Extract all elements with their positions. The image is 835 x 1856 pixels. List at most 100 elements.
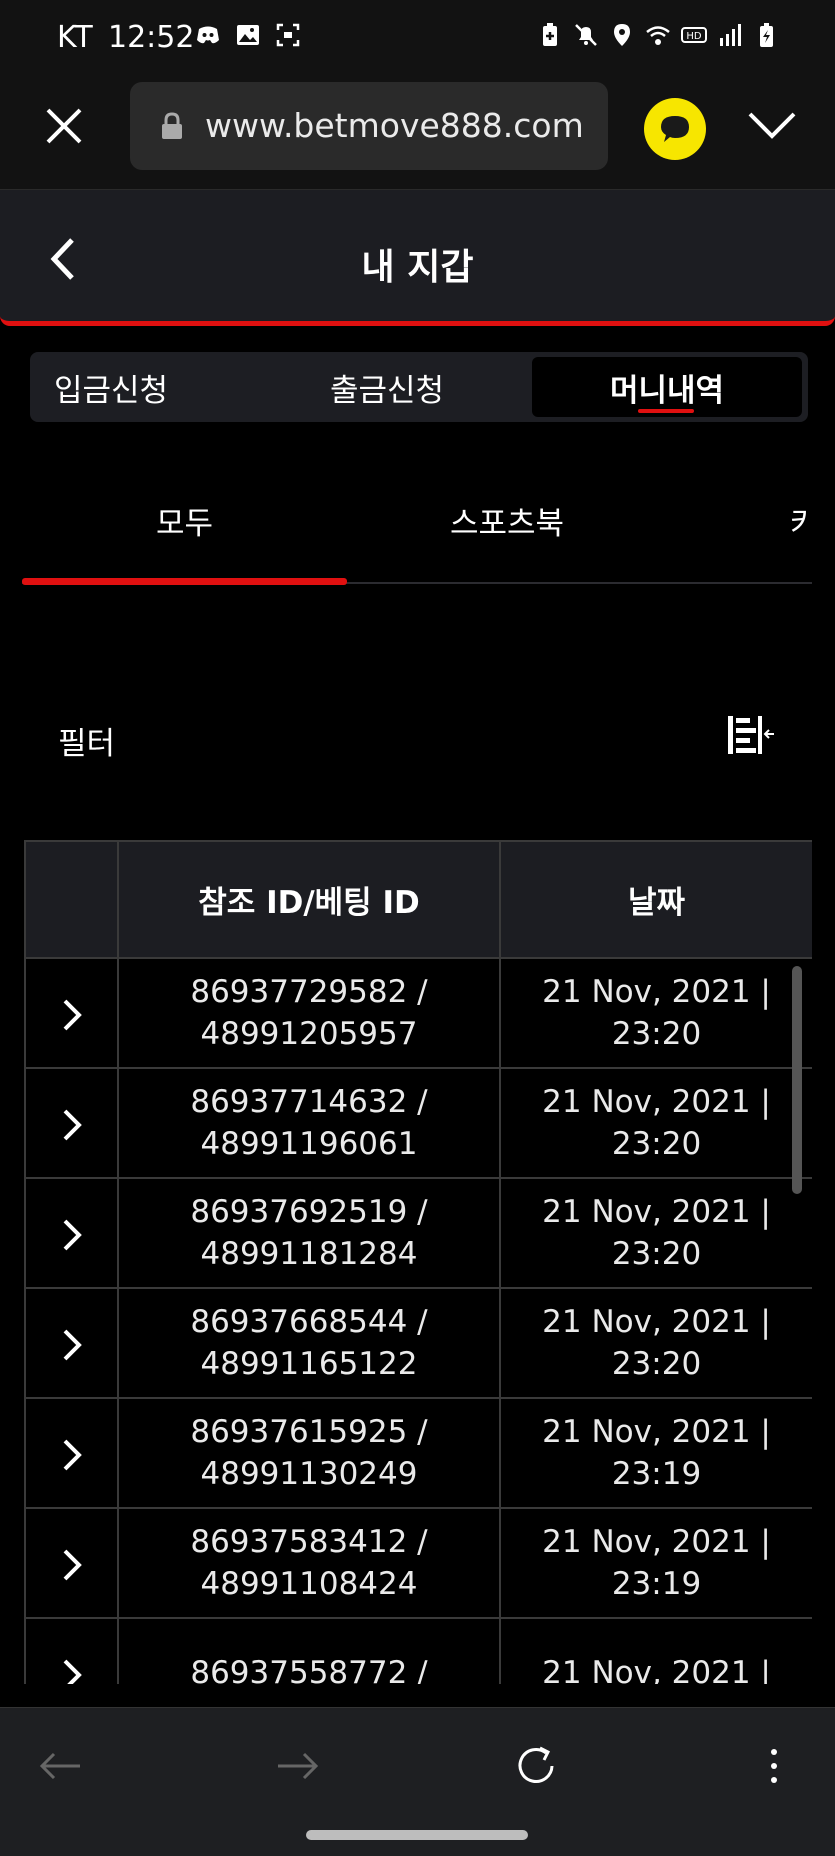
expand-cell[interactable]	[24, 1287, 119, 1399]
table-row[interactable]: 86937615925 /48991130249 21 Nov, 2021 | 2…	[24, 1397, 812, 1509]
mute-icon	[575, 24, 597, 46]
chevron-right-icon[interactable]	[61, 1327, 83, 1363]
svg-text:HD: HD	[686, 31, 702, 42]
time: 23:19	[611, 1566, 702, 1602]
page-header: 내 지갑	[0, 190, 835, 326]
tab-sportsbook[interactable]: 스포츠북	[450, 498, 564, 543]
browser-toolbar: www.betmove888.com	[0, 72, 835, 190]
date: 21 Nov, 2021 |	[542, 1524, 771, 1560]
ref-id-cell: 86937615925 / 48991130249	[117, 1397, 501, 1509]
battery-saver-icon	[543, 23, 557, 46]
url-text: www.betmove888.com	[205, 106, 584, 145]
table-row[interactable]: 86937714632 / 48991196061 21 Nov, 2021 | 2…	[24, 1067, 812, 1179]
table-row[interactable]: 86937692519 /48991181284 21 Nov, 2021 | 2…	[24, 1177, 812, 1289]
expand-cell[interactable]	[24, 1067, 119, 1179]
screenshot-icon	[276, 23, 300, 47]
date: 21 Nov, 2021 |	[542, 974, 771, 1010]
ref-id: 86937692519 /	[190, 1194, 428, 1230]
address-bar[interactable]: www.betmove888.com	[130, 82, 608, 170]
date-cell: 21 Nov, 2021 | 23:19	[499, 1397, 812, 1509]
forward-icon[interactable]	[274, 1742, 322, 1790]
table-row[interactable]: 86937583412 /48991108424 21 Nov, 2021 | 2…	[24, 1507, 812, 1619]
tab-casino[interactable]: 카	[790, 498, 808, 543]
bet-id: 48991205957	[200, 1016, 418, 1052]
tab-money-history[interactable]: 머니내역	[532, 357, 802, 417]
chat-bubble-icon	[661, 116, 689, 142]
table-header-row: 참조 ID/베팅 ID 날짜	[24, 840, 812, 959]
bet-id: 48991108424	[200, 1566, 418, 1602]
date-cell: 21 Nov, 2021 | 23:20	[499, 1067, 812, 1179]
expand-cell[interactable]	[24, 1177, 119, 1289]
category-tabs: 모두 스포츠북 카	[22, 470, 812, 585]
header-expand	[24, 840, 119, 959]
tab-all[interactable]: 모두	[156, 498, 213, 543]
ref-id: 86937729582 /	[190, 974, 428, 1010]
table-row[interactable]: 86937558772 / 21 Nov, 2021 |	[24, 1617, 812, 1685]
wallet-tabs: 입금신청 출금신청 머니내역	[30, 352, 808, 422]
table-row[interactable]: 86937668544 /48991165122 21 Nov, 2021 | 2…	[24, 1287, 812, 1399]
tab-money-history-label: 머니내역	[609, 372, 725, 409]
bet-id: 48991196061	[200, 1126, 418, 1162]
header-date: 날짜	[499, 840, 812, 959]
more-options-icon[interactable]	[750, 1742, 798, 1790]
bet-id: 48991130249	[200, 1456, 418, 1492]
ref-id: 86937714632 /	[190, 1084, 428, 1120]
close-icon[interactable]	[40, 102, 88, 150]
date: 21 Nov, 2021 |	[542, 1414, 771, 1450]
chevron-right-icon[interactable]	[61, 1217, 83, 1253]
reload-icon[interactable]	[512, 1742, 560, 1790]
filter-collapse-icon[interactable]	[724, 712, 776, 758]
time: 23:20	[611, 1016, 702, 1052]
date-cell: 21 Nov, 2021 | 23:19	[499, 1507, 812, 1619]
ref-id: 86937615925 /	[190, 1414, 428, 1450]
discord-icon	[197, 26, 219, 44]
filter-label: 필터	[58, 726, 116, 762]
chevron-right-icon[interactable]	[61, 1657, 83, 1685]
gesture-bar-area	[0, 1822, 835, 1856]
chevron-right-icon[interactable]	[61, 997, 83, 1033]
bet-id: 48991181284	[200, 1236, 418, 1272]
date: 21 Nov, 2021 |	[542, 1304, 771, 1340]
clock: 12:52	[108, 20, 195, 55]
table-row[interactable]: 86937729582 / 48991205957 21 Nov, 2021 | 2…	[24, 957, 812, 1069]
bet-id: 48991165122	[200, 1346, 418, 1382]
gallery-icon	[237, 25, 259, 45]
kakao-chat-button[interactable]	[644, 98, 706, 160]
date: 21 Nov, 2021 |	[542, 1194, 771, 1230]
tab-deposit-request[interactable]: 입금신청	[54, 352, 168, 422]
chevron-right-icon[interactable]	[61, 1547, 83, 1583]
expand-cell[interactable]	[24, 957, 119, 1069]
home-indicator[interactable]	[306, 1830, 528, 1840]
table-scrollbar[interactable]	[792, 966, 802, 1194]
ref-id-cell: 86937729582 / 48991205957	[117, 957, 501, 1069]
ref-id-cell: 86937714632 / 48991196061	[117, 1067, 501, 1179]
tab-withdraw-request[interactable]: 출금신청	[330, 352, 444, 422]
time: 23:20	[611, 1346, 702, 1382]
chevron-right-icon[interactable]	[61, 1107, 83, 1143]
ref-id-cell: 86937558772 /	[117, 1617, 501, 1684]
browser-bottom-nav	[0, 1707, 835, 1822]
ref-id-cell: 86937583412 / 48991108424	[117, 1507, 501, 1619]
back-icon[interactable]	[36, 1742, 84, 1790]
ref-id-cell: 86937668544 / 48991165122	[117, 1287, 501, 1399]
expand-cell[interactable]	[24, 1507, 119, 1619]
active-subtab-indicator	[22, 578, 347, 585]
page-title: 내 지갑	[361, 247, 474, 288]
expand-cell[interactable]	[24, 1617, 119, 1685]
chevron-down-icon[interactable]	[744, 106, 800, 146]
location-icon	[614, 24, 630, 46]
ref-id: 86937583412 /	[190, 1524, 428, 1560]
chevron-right-icon[interactable]	[61, 1437, 83, 1473]
ref-id: 86937668544 /	[190, 1304, 428, 1340]
time: 23:19	[611, 1456, 702, 1492]
wifi-icon	[646, 26, 670, 45]
ref-id: 86937558772 /	[190, 1655, 428, 1684]
time: 23:20	[611, 1126, 702, 1162]
ref-id-cell: 86937692519 / 48991181284	[117, 1177, 501, 1289]
signal-icon	[720, 24, 741, 46]
carrier-label: KT	[57, 20, 93, 55]
active-tab-indicator	[638, 409, 694, 413]
date-cell: 21 Nov, 2021 | 23:20	[499, 1287, 812, 1399]
expand-cell[interactable]	[24, 1397, 119, 1509]
date-cell: 21 Nov, 2021 |	[499, 1617, 812, 1684]
